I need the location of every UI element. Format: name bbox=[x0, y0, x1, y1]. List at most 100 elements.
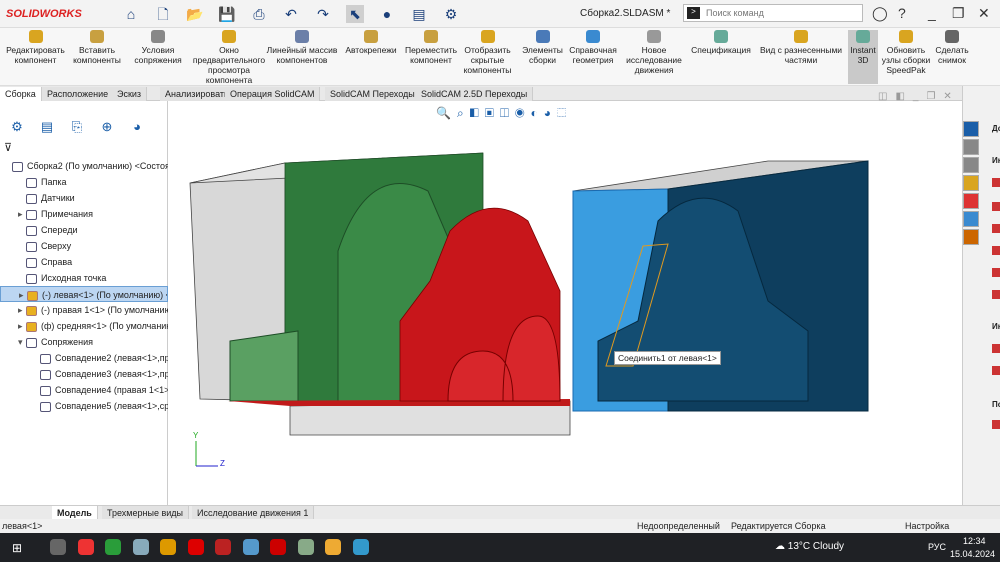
tab[interactable]: SolidCAM 2.5D Переходы bbox=[416, 87, 534, 101]
tree-item[interactable]: Совпадение5 (левая<1>,сре bbox=[0, 398, 168, 414]
taskbar-app-icon[interactable] bbox=[160, 539, 176, 555]
feature-tree-tab-icon[interactable]: ⚙ bbox=[2, 119, 32, 139]
ribbon-button[interactable]: Элементы сборки bbox=[520, 30, 565, 84]
task-pane-tab-icon[interactable] bbox=[963, 175, 979, 191]
task-pane-item[interactable]: Mo bbox=[992, 290, 1000, 300]
tab[interactable]: Сборка bbox=[0, 87, 42, 101]
undo-icon[interactable]: ↶ bbox=[282, 5, 300, 23]
ribbon-button[interactable]: Вид с разнесенными частями bbox=[756, 30, 846, 84]
config-manager-tab-icon[interactable]: ⎘ bbox=[62, 119, 92, 139]
tree-item[interactable]: Совпадение4 (правая 1<1>,с bbox=[0, 382, 168, 398]
tree-item[interactable]: Папка bbox=[0, 174, 168, 190]
task-pane-item[interactable]: По bbox=[992, 420, 1000, 430]
tree-item[interactable]: ▾ Сопряжения bbox=[0, 334, 168, 350]
task-pane-item[interactable]: Пр пр bbox=[992, 224, 1000, 234]
task-pane-tab-icon[interactable] bbox=[963, 229, 979, 245]
command-search-input[interactable]: > Поиск команд bbox=[683, 4, 863, 22]
select-icon[interactable]: ⬉ bbox=[346, 5, 364, 23]
tree-item[interactable]: Исходная точка bbox=[0, 270, 168, 286]
tree-item[interactable]: Сборка2 (По умолчанию) <Состоян bbox=[0, 158, 168, 174]
file-props-icon[interactable]: ▤ bbox=[410, 5, 428, 23]
taskbar-app-icon[interactable] bbox=[352, 539, 369, 555]
save-icon[interactable]: 💾 bbox=[218, 5, 236, 23]
minimize-button[interactable]: _ bbox=[928, 5, 936, 21]
tree-item[interactable]: Совпадение2 (левая<1>,пра bbox=[0, 350, 168, 366]
taskbar-app-icon[interactable] bbox=[215, 539, 231, 555]
task-pane-item[interactable]: Ра bbox=[992, 366, 1000, 376]
task-pane-item[interactable]: Pro bbox=[992, 178, 1000, 188]
tab[interactable]: SolidCAM Переходы bbox=[325, 87, 421, 101]
ribbon-button[interactable]: Спецификация bbox=[688, 30, 754, 84]
ribbon-button[interactable]: Вставить компоненты bbox=[67, 30, 127, 84]
ribbon-button[interactable]: Линейный массив компонентов bbox=[262, 30, 342, 84]
tree-item[interactable]: Совпадение3 (левая<1>,пра bbox=[0, 366, 168, 382]
taskbar-app-icon[interactable] bbox=[297, 539, 314, 555]
taskbar-app-icon[interactable] bbox=[187, 539, 204, 555]
ribbon-button[interactable]: Отобразить скрытые компоненты bbox=[460, 30, 515, 84]
taskbar-app-icon[interactable] bbox=[270, 539, 286, 555]
redo-icon[interactable]: ↷ bbox=[314, 5, 332, 23]
taskbar-app-icon[interactable] bbox=[105, 539, 121, 555]
filter-icon[interactable]: ⊽ bbox=[4, 141, 12, 154]
ribbon-button[interactable]: Условия сопряжения bbox=[129, 30, 187, 84]
taskbar-app-icon[interactable] bbox=[132, 539, 149, 555]
task-pane-item[interactable]: SC bbox=[992, 202, 1000, 212]
task-pane-item[interactable]: Ма SC bbox=[992, 268, 1000, 278]
tree-item[interactable]: ▸ (-) правая 1<1> (По умолчанию bbox=[0, 302, 168, 318]
traffic-light-icon[interactable]: ● bbox=[378, 5, 396, 23]
clock-date[interactable]: 15.04.2024 bbox=[950, 549, 995, 559]
print-icon[interactable]: ⎙ bbox=[250, 5, 268, 23]
ribbon-button[interactable]: Обновить узлы сборки SpeedPak bbox=[880, 30, 932, 84]
clock-time[interactable]: 12:34 bbox=[963, 536, 986, 546]
open-icon[interactable]: 📂 bbox=[186, 5, 204, 23]
language[interactable]: РУС bbox=[928, 542, 946, 552]
task-pane-tab-icon[interactable] bbox=[963, 139, 979, 155]
help-icon[interactable]: ? bbox=[898, 5, 906, 21]
new-icon[interactable]: 🗋 bbox=[154, 5, 172, 23]
restore-button[interactable]: ❐ bbox=[952, 5, 965, 22]
start-icon[interactable]: ⊞ bbox=[12, 541, 22, 555]
dimxpert-tab-icon[interactable]: ⊕ bbox=[92, 119, 122, 139]
ribbon-button[interactable]: Сделать снимок bbox=[932, 30, 972, 84]
graphics-viewport[interactable]: 🔍⌕◧▣◫◉◐◕⬚ ◫◧_❐✕ Соединить1 от левая<1> Y… bbox=[168, 91, 962, 505]
tree-item[interactable]: Справа bbox=[0, 254, 168, 270]
ribbon-button[interactable]: Instant 3D bbox=[848, 30, 878, 84]
model-tab[interactable]: Трехмерные виды bbox=[102, 506, 189, 520]
model-tab[interactable]: Исследование движения 1 bbox=[192, 506, 315, 520]
task-pane-tab-icon[interactable] bbox=[963, 211, 979, 227]
ribbon-button[interactable]: Редактировать компонент bbox=[3, 30, 68, 84]
tree-item[interactable]: ▸ (ф) средняя<1> (По умолчанию bbox=[0, 318, 168, 334]
ribbon-button[interactable]: Переместить компонент bbox=[402, 30, 460, 84]
tab[interactable]: Расположение bbox=[42, 87, 115, 101]
task-pane-tab-icon[interactable] bbox=[963, 121, 979, 137]
tree-item[interactable]: ▸ Примечания bbox=[0, 206, 168, 222]
tree-item[interactable]: ▸ (-) левая<1> (По умолчанию) < bbox=[0, 286, 168, 302]
ribbon-button[interactable]: Автокрепежи bbox=[342, 30, 400, 84]
status-customize[interactable]: Настройка bbox=[905, 521, 949, 531]
tab[interactable]: Анализировать bbox=[160, 87, 235, 101]
tab[interactable]: Операция SolidCAM bbox=[225, 87, 321, 101]
home-icon[interactable]: ⌂ bbox=[122, 5, 140, 23]
task-pane-tab-icon[interactable] bbox=[963, 157, 979, 173]
display-manager-tab-icon[interactable]: ◕ bbox=[122, 119, 152, 139]
tree-item[interactable]: Сверху bbox=[0, 238, 168, 254]
task-pane-item[interactable]: Ср ре bbox=[992, 246, 1000, 256]
tab[interactable]: Эскиз bbox=[112, 87, 148, 101]
taskbar-app-icon[interactable] bbox=[242, 539, 259, 555]
tree-item[interactable]: Спереди bbox=[0, 222, 168, 238]
taskbar-app-icon[interactable] bbox=[325, 539, 341, 555]
property-manager-tab-icon[interactable]: ▤ bbox=[32, 119, 62, 139]
close-button[interactable]: ✕ bbox=[978, 5, 990, 22]
ribbon-button[interactable]: Окно предварительного просмотра компонен… bbox=[186, 30, 272, 85]
ribbon-button[interactable]: Справочная геометрия bbox=[567, 30, 619, 84]
task-pane-item[interactable]: 3D Ma bbox=[992, 344, 1000, 354]
taskbar-app-icon[interactable] bbox=[50, 539, 66, 555]
tree-item[interactable]: Датчики bbox=[0, 190, 168, 206]
ribbon-button[interactable]: Новое исследование движения bbox=[620, 30, 688, 84]
taskbar-app-icon[interactable] bbox=[77, 539, 94, 555]
model-tab[interactable]: Модель bbox=[52, 506, 98, 520]
weather[interactable]: ☁ 13°C Cloudy bbox=[775, 541, 844, 552]
account-icon[interactable]: ◯ bbox=[872, 5, 888, 22]
task-pane-tab-icon[interactable] bbox=[963, 193, 979, 209]
gear-icon[interactable]: ⚙ bbox=[442, 5, 460, 23]
